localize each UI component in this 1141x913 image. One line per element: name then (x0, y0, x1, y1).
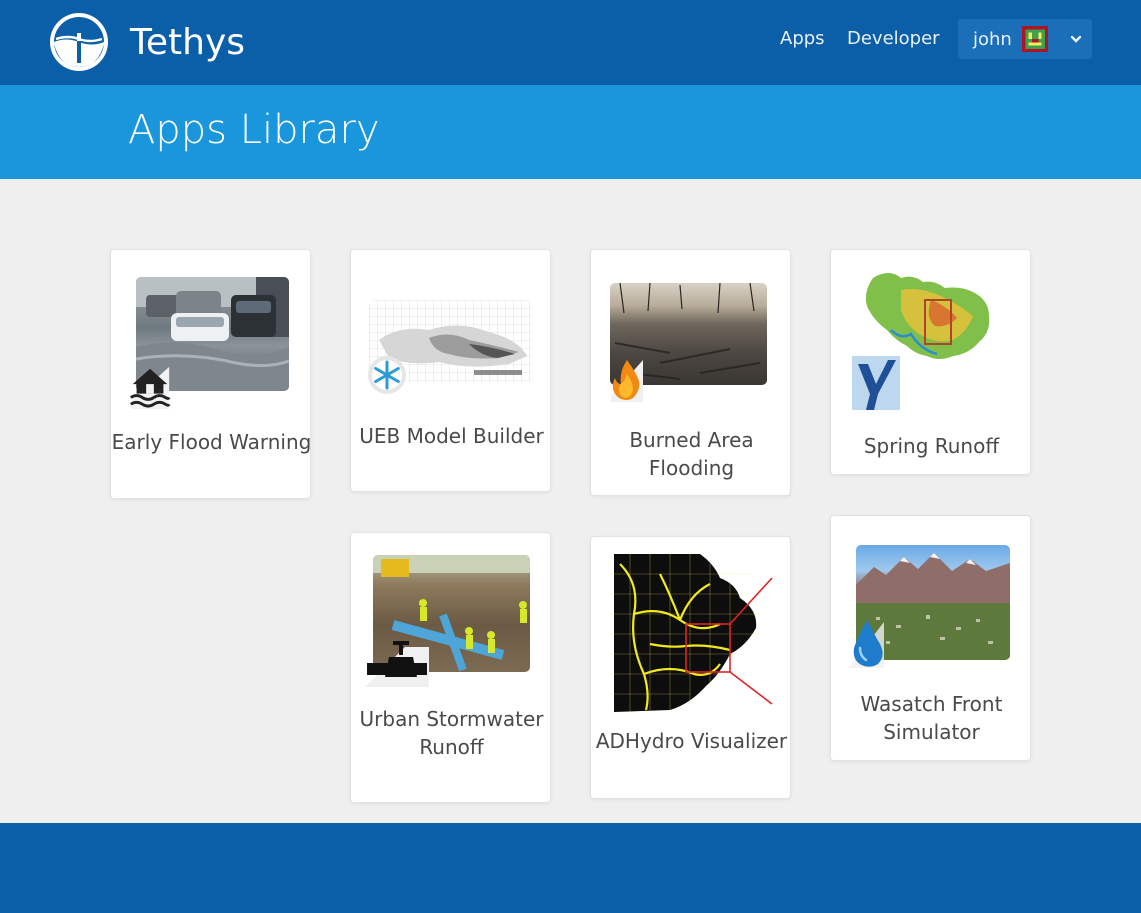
house-flood-icon (130, 366, 171, 409)
app-name: Early Flood Warning (111, 430, 312, 454)
mesh-map-icon (610, 554, 773, 714)
y-logo-icon (852, 356, 900, 410)
brand-link[interactable]: Tethys (48, 11, 245, 73)
snowflake-icon (368, 356, 406, 394)
water-drop-icon (848, 620, 884, 668)
app-card-early-flood-warning[interactable]: Early Flood Warning (110, 249, 311, 499)
user-menu-button[interactable]: john (958, 19, 1092, 59)
app-card-ueb-model-builder[interactable]: UEB Model Builder (350, 249, 551, 492)
top-navbar: Tethys Apps Developer john (0, 0, 1141, 85)
page-header: Apps Library (0, 85, 1141, 179)
user-name: john (973, 28, 1012, 50)
chevron-down-icon (1070, 35, 1082, 43)
app-card-adhydro-visualizer[interactable]: ADHydro Visualizer (590, 536, 791, 799)
app-card-wasatch-front-simulator[interactable]: Wasatch Front Simulator (830, 515, 1031, 761)
nav-apps-link[interactable]: Apps (780, 28, 825, 49)
valve-icon (365, 641, 429, 687)
app-card-burned-area-flooding[interactable]: Burned Area Flooding (590, 249, 791, 496)
app-card-urban-stormwater-runoff[interactable]: Urban Stormwater Runoff (350, 532, 551, 803)
footer (0, 823, 1141, 913)
app-name: UEB Model Builder (359, 424, 544, 448)
app-name: Urban Stormwater Runoff (359, 707, 544, 759)
app-name: Spring Runoff (863, 434, 1000, 458)
app-name: ADHydro Visualizer (595, 729, 788, 753)
app-name: Burned Area Flooding (629, 428, 754, 480)
brand-name: Tethys (130, 21, 246, 63)
tethys-logo-icon (50, 13, 108, 71)
app-name: Wasatch Front Simulator (860, 692, 1003, 744)
fire-icon (611, 360, 643, 402)
page-title: Apps Library (128, 107, 380, 153)
avatar (1021, 26, 1048, 52)
app-card-spring-runoff[interactable]: Spring Runoff (830, 249, 1031, 475)
nav-developer-link[interactable]: Developer (847, 28, 940, 49)
